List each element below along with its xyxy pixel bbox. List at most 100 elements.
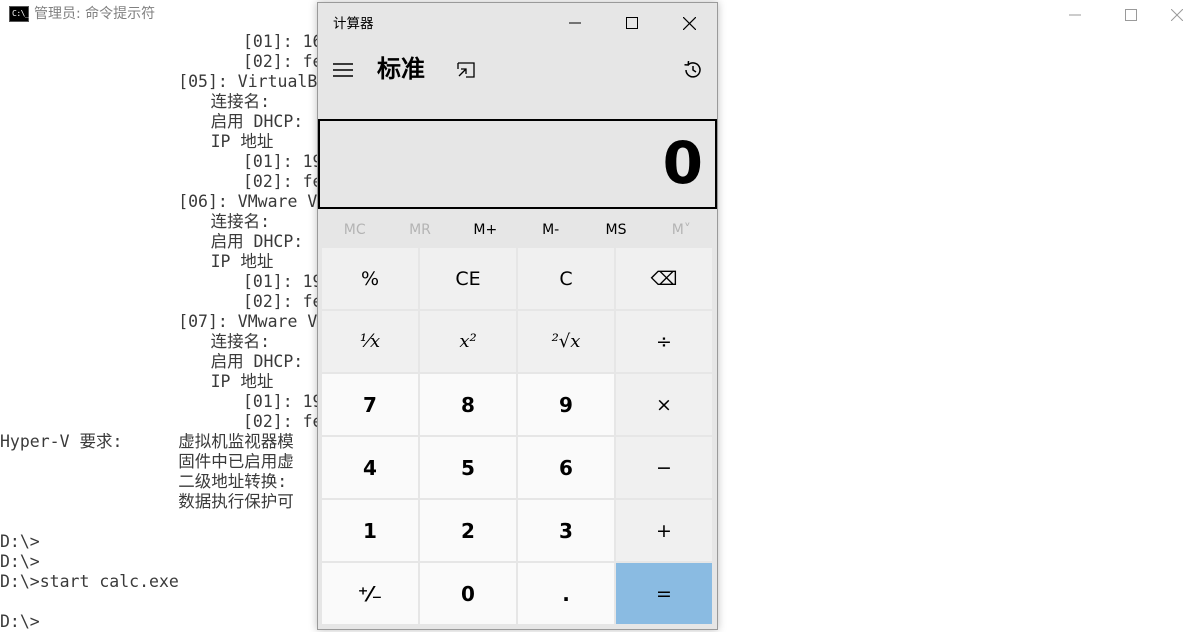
- console-maximize-button[interactable]: [1108, 0, 1154, 30]
- keep-on-top-button[interactable]: [454, 59, 478, 81]
- square-button[interactable]: x²: [420, 311, 516, 372]
- minimize-icon: [1069, 14, 1081, 16]
- digit-2-label: 2: [461, 518, 475, 543]
- negate-label: ⁺⁄₋: [357, 581, 383, 606]
- digit-6-button[interactable]: 6: [518, 437, 614, 498]
- clear-entry-label: CE: [455, 267, 481, 290]
- console-line-text: IP 地址: [210, 372, 274, 391]
- console-line-text: 连接名:: [210, 332, 271, 351]
- digit-6-label: 6: [559, 455, 573, 480]
- plus-label: +: [656, 519, 672, 542]
- digit-7-button[interactable]: 7: [322, 374, 418, 435]
- digit-8-label: 8: [461, 392, 475, 417]
- calculator-minimize-button[interactable]: [547, 3, 603, 43]
- digit-9-label: 9: [559, 392, 573, 417]
- memory-button-mlist[interactable]: M˅: [649, 213, 714, 247]
- decimal-label: .: [562, 581, 570, 606]
- calculator-display[interactable]: 0: [318, 119, 717, 209]
- percent-button[interactable]: %: [322, 248, 418, 309]
- square-label: x²: [459, 331, 477, 352]
- memory-button-mr[interactable]: MR: [387, 213, 452, 247]
- digit-4-label: 4: [363, 455, 377, 480]
- digit-0-button[interactable]: 0: [420, 563, 516, 624]
- clear-button[interactable]: C: [518, 248, 614, 309]
- maximize-icon: [626, 17, 638, 29]
- console-line-text: IP 地址: [210, 252, 274, 271]
- memory-button-ms[interactable]: MS: [583, 213, 648, 247]
- console-line-text: 数据执行保护可: [178, 492, 294, 511]
- digit-1-label: 1: [363, 518, 377, 543]
- display-value: 0: [662, 129, 703, 197]
- digit-4-button[interactable]: 4: [322, 437, 418, 498]
- divide-label: ÷: [656, 330, 672, 353]
- console-line-text: 二级地址转换:: [178, 472, 288, 491]
- console-line-text: D:\>start calc.exe: [0, 572, 179, 591]
- memory-button-mminus[interactable]: M-: [518, 213, 583, 247]
- memory-button-mplus[interactable]: M+: [453, 213, 518, 247]
- square-root-button[interactable]: ²√x: [518, 311, 614, 372]
- negate-button[interactable]: ⁺⁄₋: [322, 563, 418, 624]
- calculator-window: 计算器 标准 0 MC MR M+ M- MS M˅ % CE C ⌫ ¹⁄x …: [317, 2, 718, 630]
- plus-button[interactable]: +: [616, 500, 712, 561]
- clear-entry-button[interactable]: CE: [420, 248, 516, 309]
- console-line-text: IP 地址: [210, 132, 274, 151]
- console-minimize-button[interactable]: [1052, 0, 1098, 30]
- digit-3-button[interactable]: 3: [518, 500, 614, 561]
- calculator-title: 计算器: [333, 16, 374, 32]
- console-line-text: D:\>: [0, 532, 40, 551]
- console-line-text: [01]: 19: [243, 272, 323, 291]
- keypad: % CE C ⌫ ¹⁄x x² ²√x ÷ 7 8 9 × 4 5 6 − 1 2 3 + ⁺⁄₋ 0. =: [322, 248, 714, 625]
- console-line-text: [02]: fe: [243, 52, 323, 71]
- memory-row: MC MR M+ M- MS M˅: [322, 213, 714, 247]
- backspace-button[interactable]: ⌫: [616, 248, 712, 309]
- digit-5-label: 5: [461, 455, 475, 480]
- console-line-text: 启用 DHCP:: [210, 112, 304, 131]
- console-line-text: 连接名:: [210, 92, 271, 111]
- digit-7-label: 7: [363, 392, 377, 417]
- calculator-maximize-button[interactable]: [604, 3, 660, 43]
- navigation-menu-button[interactable]: [330, 57, 356, 83]
- reciprocal-button[interactable]: ¹⁄x: [322, 311, 418, 372]
- digit-1-button[interactable]: 1: [322, 500, 418, 561]
- calculator-titlebar: 计算器: [318, 3, 717, 43]
- keep-on-top-icon: [457, 62, 475, 78]
- console-line-text: 固件中已启用虚: [178, 452, 294, 471]
- digit-2-button[interactable]: 2: [420, 500, 516, 561]
- multiply-button[interactable]: ×: [616, 374, 712, 435]
- console-title: 管理员: 命令提示符: [34, 6, 156, 22]
- decimal-button[interactable]: .: [518, 563, 614, 624]
- console-line-text: D:\>: [0, 612, 40, 631]
- console-line-text: D:\>: [0, 552, 40, 571]
- minus-label: −: [656, 456, 672, 479]
- console-line-text: [02]: fe: [243, 412, 323, 431]
- memory-button-mc[interactable]: MC: [322, 213, 387, 247]
- console-line-value: 虚拟机监视器模: [178, 432, 294, 451]
- hamburger-menu-icon: [333, 63, 353, 77]
- console-line-text: [05]: VirtualB: [178, 72, 318, 91]
- console-close-button[interactable]: [1154, 0, 1200, 30]
- digit-5-button[interactable]: 5: [420, 437, 516, 498]
- divide-button[interactable]: ÷: [616, 311, 712, 372]
- console-line-text: [02]: fe: [243, 172, 323, 191]
- console-line-text: [06]: VMware V: [178, 192, 318, 211]
- console-line-text: [07]: VMware V: [178, 312, 318, 331]
- square-root-label: ²√x: [551, 331, 581, 352]
- minus-button[interactable]: −: [616, 437, 712, 498]
- close-icon: [1171, 9, 1183, 21]
- calculator-close-button[interactable]: [661, 3, 717, 43]
- console-app-icon: C:\_: [9, 6, 30, 22]
- history-button[interactable]: [680, 57, 706, 83]
- equals-button[interactable]: =: [616, 563, 712, 624]
- console-line-text: 连接名:: [210, 212, 271, 231]
- close-icon: [682, 16, 696, 30]
- console-line-text: [01]: 19: [243, 152, 323, 171]
- history-icon: [684, 60, 701, 78]
- console-line-text: Hyper-V 要求:: [0, 432, 123, 451]
- console-line-text: 启用 DHCP:: [210, 352, 304, 371]
- console-line-text: 启用 DHCP:: [210, 232, 304, 251]
- digit-8-button[interactable]: 8: [420, 374, 516, 435]
- minimize-icon: [569, 22, 581, 24]
- maximize-icon: [1125, 9, 1137, 21]
- console-line-text: [01]: 19: [243, 392, 323, 411]
- digit-9-button[interactable]: 9: [518, 374, 614, 435]
